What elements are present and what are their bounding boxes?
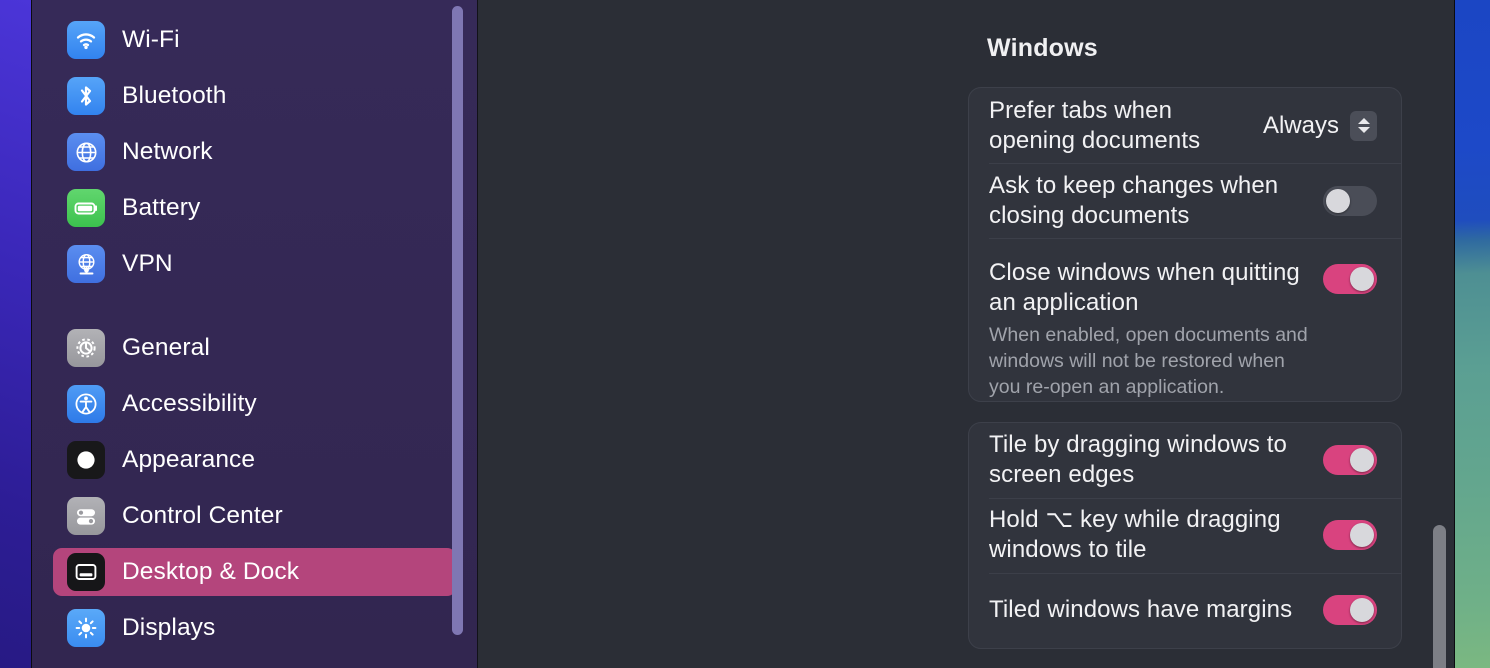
sidebar-item-general[interactable]: General	[53, 324, 456, 372]
settings-content-pane: Windows Prefer tabs when opening documen…	[478, 0, 1454, 668]
gear-icon	[67, 329, 105, 367]
hold-option-key-toggle[interactable]	[1323, 520, 1377, 551]
row-text: Close windows when quitting an applicati…	[989, 258, 1323, 401]
sidebar-item-label: VPN	[122, 250, 173, 277]
sidebar-item-desktop-and-dock[interactable]: Desktop & Dock	[53, 548, 456, 596]
wifi-icon	[67, 21, 105, 59]
sidebar-item-label: Accessibility	[122, 390, 257, 417]
row-text: Hold ⌥ key while dragging windows to til…	[989, 505, 1323, 565]
sidebar-item-network[interactable]: Network	[53, 128, 456, 176]
row-label: Tiled windows have margins	[989, 596, 1293, 624]
wallpaper-left-strip	[0, 0, 31, 668]
sidebar-item-battery[interactable]: Battery	[53, 184, 456, 232]
sidebar-item-appearance[interactable]: Appearance	[53, 436, 456, 484]
row-label: Ask to keep changes when closing documen…	[989, 171, 1279, 229]
sidebar-item-wi-fi[interactable]: Wi-Fi	[53, 16, 456, 64]
row-close-windows-when-quitting[interactable]: Close windows when quitting an applicati…	[969, 238, 1401, 401]
row-hold-option-key[interactable]: Hold ⌥ key while dragging windows to til…	[969, 497, 1401, 573]
row-text: Ask to keep changes when closing documen…	[989, 171, 1323, 231]
sidebar-item-label: Desktop & Dock	[122, 558, 300, 585]
row-label: Hold ⌥ key while dragging windows to til…	[989, 506, 1281, 564]
settings-card-windows: Prefer tabs when opening documents Alway…	[968, 87, 1402, 402]
row-tiled-windows-have-margins[interactable]: Tiled windows have margins	[969, 572, 1401, 648]
ask-to-keep-changes-toggle[interactable]	[1323, 185, 1377, 216]
popup-selected-value: Always	[1262, 111, 1339, 139]
sidebar-item-label: General	[122, 334, 210, 361]
chevron-up-down-icon[interactable]	[1350, 110, 1377, 141]
sidebar-item-accessibility[interactable]: Accessibility	[53, 380, 456, 428]
tiled-windows-have-margins-toggle[interactable]	[1323, 595, 1377, 626]
sidebar-item-vpn[interactable]: VPN	[53, 240, 456, 288]
vpn-icon	[67, 245, 105, 283]
toggle-knob	[1350, 267, 1374, 291]
sidebar-item-control-center[interactable]: Control Center	[53, 492, 456, 540]
accessibility-icon	[67, 385, 105, 423]
sidebar-item-label: Displays	[122, 614, 216, 641]
sidebar-item-bluetooth[interactable]: Bluetooth	[53, 72, 456, 120]
sidebar-item-displays[interactable]: Displays	[53, 604, 456, 652]
sidebar-group-system: General Accessibility Appearance Control…	[32, 324, 477, 652]
settings-card-tiling: Tile by dragging windows to screen edges…	[968, 421, 1402, 649]
control-center-icon	[67, 497, 105, 535]
sidebar-item-label: Bluetooth	[122, 82, 227, 109]
row-ask-to-keep-changes[interactable]: Ask to keep changes when closing documen…	[969, 163, 1401, 238]
sidebar-group-connectivity: Wi-Fi Bluetooth Network Battery VPN	[32, 16, 477, 288]
row-text: Tiled windows have margins	[989, 595, 1323, 625]
tile-by-dragging-toggle[interactable]	[1323, 445, 1377, 476]
sidebar-item-label: Battery	[122, 194, 201, 221]
sidebar-item-label: Network	[122, 138, 213, 165]
toggle-knob	[1350, 598, 1374, 623]
row-label: Prefer tabs when opening documents	[989, 96, 1201, 154]
system-settings-window: Wi-Fi Bluetooth Network Battery VPN Gene…	[31, 0, 1455, 668]
appearance-icon	[67, 441, 105, 479]
close-windows-when-quitting-toggle[interactable]	[1323, 264, 1377, 294]
row-text: Tile by dragging windows to screen edges	[989, 430, 1323, 490]
row-tile-by-dragging[interactable]: Tile by dragging windows to screen edges	[969, 423, 1401, 498]
wallpaper-right-strip	[1455, 0, 1490, 668]
sidebar: Wi-Fi Bluetooth Network Battery VPN Gene…	[32, 0, 478, 668]
sidebar-group-divider	[32, 296, 477, 324]
bluetooth-icon	[67, 77, 105, 115]
page-title: Windows	[987, 34, 1098, 62]
sidebar-scrollbar-thumb[interactable]	[452, 6, 463, 635]
row-description: When enabled, open documents and windows…	[989, 324, 1308, 398]
sidebar-item-label: Appearance	[122, 446, 256, 473]
toggle-knob	[1350, 448, 1374, 473]
toggle-knob	[1350, 523, 1374, 548]
toggle-knob	[1326, 188, 1350, 213]
desktop-dock-icon	[67, 553, 105, 591]
row-prefer-tabs[interactable]: Prefer tabs when opening documents Alway…	[969, 88, 1401, 163]
displays-icon	[67, 609, 105, 647]
row-label: Tile by dragging windows to screen edges	[989, 431, 1287, 489]
sidebar-scrollbar-track[interactable]	[452, 0, 470, 668]
network-icon	[67, 133, 105, 171]
row-text: Prefer tabs when opening documents	[989, 96, 1263, 156]
prefer-tabs-popup-button[interactable]: Always	[1262, 110, 1377, 141]
content-scrollbar-thumb[interactable]	[1433, 525, 1446, 668]
sidebar-item-label: Control Center	[122, 502, 283, 529]
row-label: Close windows when quitting an applicati…	[989, 259, 1300, 316]
battery-icon	[67, 189, 105, 227]
sidebar-item-label: Wi-Fi	[122, 26, 180, 53]
